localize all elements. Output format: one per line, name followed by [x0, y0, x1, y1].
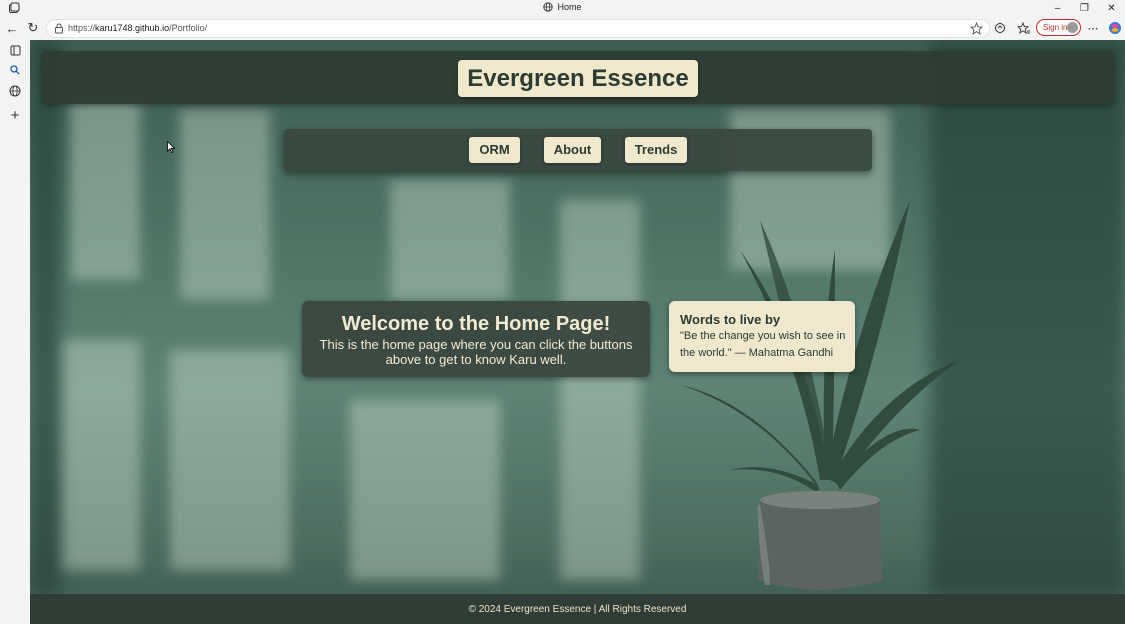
search-icon[interactable] — [7, 62, 23, 78]
window-title: Home — [0, 2, 1125, 12]
favorite-star-icon[interactable] — [970, 22, 983, 35]
nav-about-button[interactable]: About — [544, 137, 601, 163]
browser-sidebar: + — [0, 40, 30, 624]
vertical-tabs-icon[interactable] — [7, 42, 23, 58]
background-light — [70, 100, 140, 280]
globe-icon — [543, 2, 554, 12]
nav-orm-button[interactable]: ORM — [469, 137, 520, 163]
back-icon[interactable]: ← — [4, 20, 20, 36]
site-title: Evergreen Essence — [458, 60, 698, 97]
copilot-icon[interactable] — [1107, 20, 1123, 36]
background-light — [390, 180, 510, 300]
add-icon[interactable]: + — [7, 107, 23, 124]
welcome-heading: Welcome to the Home Page! — [341, 313, 611, 335]
quote-heading: Words to live by — [680, 312, 781, 327]
favorites-icon[interactable] — [1015, 20, 1031, 36]
plant-illustration — [680, 200, 960, 590]
url-path: /Portfolio/ — [169, 23, 208, 33]
background-light — [180, 110, 270, 300]
web-page: Evergreen Essence ORM About Trends Welco… — [30, 40, 1125, 624]
restore-icon[interactable]: ❐ — [1071, 0, 1098, 16]
sign-in-button[interactable]: Sign in — [1036, 19, 1081, 36]
url-prefix: https:// — [68, 23, 96, 33]
avatar — [1067, 22, 1078, 33]
url-text[interactable]: https://karu1748.github.io/Portfolio/ — [68, 23, 207, 33]
close-icon[interactable]: ✕ — [1098, 0, 1125, 16]
background-light — [350, 400, 500, 580]
site-footer: © 2024 Evergreen Essence | All Rights Re… — [30, 594, 1125, 624]
browser-toolbar: ← ↻ https://karu1748.github.io/Portfolio… — [0, 16, 1125, 40]
welcome-card: Welcome to the Home Page! This is the ho… — [302, 301, 650, 377]
background-light — [170, 350, 290, 570]
tab-title: Home — [557, 2, 582, 12]
address-bar[interactable]: https://karu1748.github.io/Portfolio/ — [46, 19, 990, 38]
globe-icon[interactable] — [7, 83, 23, 99]
more-icon[interactable]: ⋯ — [1085, 20, 1101, 36]
refresh-icon[interactable]: ↻ — [25, 20, 41, 36]
url-host: karu1748.github.io — [95, 23, 170, 33]
quote-text: "Be the change you wish to see in the wo… — [680, 330, 846, 359]
welcome-text: This is the home page where you can clic… — [319, 337, 633, 367]
window-titlebar: Home – ❐ ✕ — [0, 0, 1125, 16]
sign-in-label: Sign in — [1043, 23, 1068, 32]
extensions-icon[interactable] — [992, 20, 1008, 36]
nav-trends-button[interactable]: Trends — [625, 137, 687, 163]
background-shadow — [30, 40, 60, 594]
minimize-icon[interactable]: – — [1044, 0, 1071, 16]
background-light — [60, 340, 140, 570]
quote-card: Words to live by "Be the change you wish… — [669, 301, 855, 372]
lock-icon[interactable] — [54, 23, 64, 34]
mouse-cursor-icon — [167, 141, 175, 153]
